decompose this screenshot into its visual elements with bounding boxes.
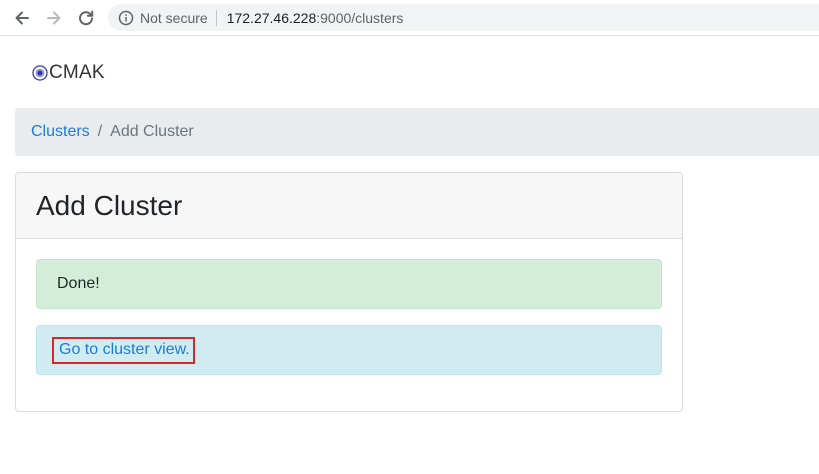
url-host: 172.27.46.228 [226, 9, 317, 26]
address-bar[interactable]: Not secure 172.27.46.228:9000/clusters [108, 4, 819, 31]
info-icon[interactable] [118, 10, 134, 26]
reload-button[interactable] [75, 7, 97, 29]
breadcrumb-clusters-link[interactable]: Clusters [31, 123, 90, 141]
brand-name: CMAK [49, 62, 105, 83]
breadcrumb: Clusters / Add Cluster [15, 108, 819, 156]
info-alert: Go to cluster view. [36, 325, 662, 375]
arrow-right-icon [47, 11, 61, 25]
cmak-logo-icon [32, 65, 48, 81]
address-divider [215, 9, 217, 26]
forward-button[interactable] [43, 7, 65, 29]
url-path: :9000/clusters [316, 9, 404, 26]
arrow-left-icon [15, 11, 29, 25]
back-button[interactable] [11, 7, 33, 29]
reload-icon [79, 10, 94, 26]
success-message: Done! [57, 275, 100, 292]
browser-toolbar: Not secure 172.27.46.228:9000/clusters [0, 0, 819, 36]
success-alert: Done! [36, 259, 662, 309]
go-to-cluster-view-link[interactable]: Go to cluster view. [52, 336, 195, 364]
breadcrumb-separator: / [97, 123, 103, 140]
app-brand[interactable]: CMAK [32, 61, 105, 85]
card-header: Add Cluster [16, 173, 682, 239]
page-title: Add Cluster [36, 189, 183, 221]
security-status: Not secure [140, 9, 208, 26]
add-cluster-card: Add Cluster Done! Go to cluster view. [15, 172, 683, 412]
breadcrumb-current: Add Cluster [110, 123, 194, 140]
